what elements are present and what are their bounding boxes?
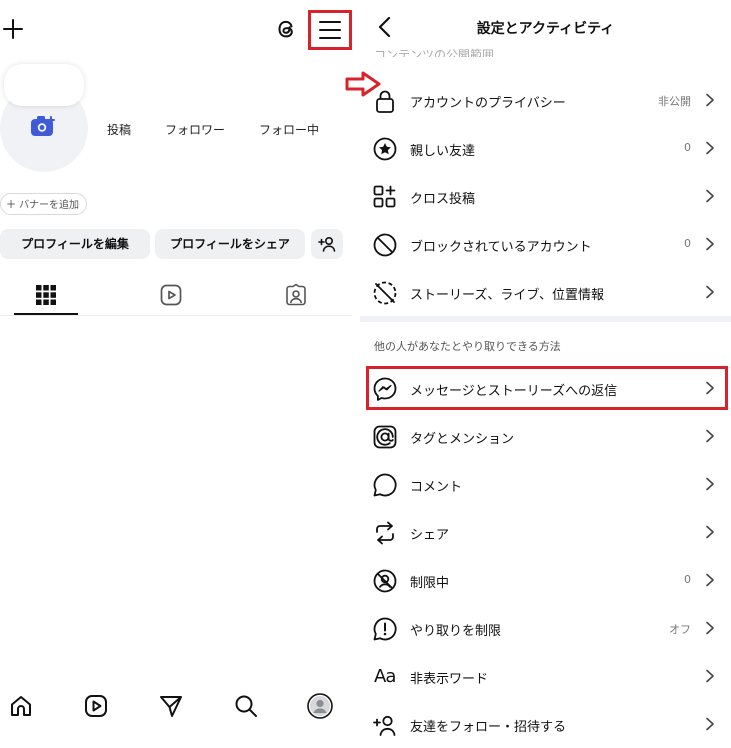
block-icon [373, 233, 397, 257]
grid-icon[interactable] [34, 283, 58, 307]
threads-icon[interactable] [273, 16, 299, 42]
followers-stat[interactable]: フォロワー [165, 121, 225, 138]
tabs-divider [0, 315, 352, 316]
settings-row-value: オフ [669, 623, 691, 636]
settings-row-value: 0 [684, 141, 691, 154]
settings-row-hide-story[interactable]: ストーリーズ、ライブ、位置情報 [360, 268, 731, 316]
home-icon[interactable] [8, 693, 34, 719]
settings-row-label: コメント [410, 480, 463, 495]
chevron-right-icon [706, 477, 714, 491]
hide-story-icon [373, 281, 397, 305]
chevron-right-icon [706, 573, 714, 587]
hamburger-menu-icon[interactable] [319, 21, 341, 41]
profile-screen: 投稿 フォロワー フォロー中 + バナーを追加 プロフィールを編集 プロフィールを… [0, 0, 352, 748]
settings-row-hidden-words[interactable]: Aa 非表示ワード [360, 652, 731, 700]
chevron-right-icon [706, 285, 714, 299]
restricted-icon [373, 569, 397, 593]
menu-highlight-box [308, 10, 352, 50]
settings-row-value: 0 [684, 237, 691, 250]
settings-row-lock[interactable]: アカウントのプライバシー 非公開 [360, 76, 731, 124]
cut-off-section-label: コンテンツの公開範囲 [374, 48, 495, 57]
chevron-right-icon [706, 717, 714, 731]
settings-row-label: 非表示ワード [410, 672, 489, 687]
edit-profile-button[interactable]: プロフィールを編集 [0, 229, 150, 259]
settings-row-label: クロス投稿 [410, 192, 476, 207]
settings-row-at-sign[interactable]: タグとメンション [360, 412, 731, 460]
settings-row-label: タグとメンション [410, 432, 515, 447]
settings-row-label: シェア [410, 528, 450, 543]
reels-icon[interactable] [83, 693, 109, 719]
star-circle-icon [373, 137, 397, 161]
section-divider [360, 316, 731, 322]
add-banner-chip[interactable]: + バナーを追加 [0, 193, 88, 215]
settings-row-label: 親しい友達 [410, 144, 476, 159]
follow-invite-icon [373, 715, 396, 736]
add-person-icon [318, 236, 336, 252]
comment-icon [373, 473, 397, 497]
send-icon[interactable] [158, 693, 184, 719]
search-icon[interactable] [233, 693, 259, 719]
chevron-right-icon [706, 429, 714, 443]
settings-row-label: 友達をフォロー・招待する [410, 720, 567, 735]
add-person-button[interactable] [311, 229, 343, 259]
chevron-right-icon [706, 237, 714, 251]
note-bubble[interactable] [4, 64, 84, 106]
settings-row-comment[interactable]: コメント [360, 460, 731, 508]
profile-avatar-icon[interactable] [307, 693, 333, 719]
following-stat[interactable]: フォロー中 [259, 121, 319, 138]
cross-post-icon [373, 185, 396, 208]
chevron-right-icon [706, 669, 714, 683]
posts-stat[interactable]: 投稿 [107, 121, 131, 138]
plus-icon[interactable] [2, 18, 24, 40]
settings-row-label: ストーリーズ、ライブ、位置情報 [410, 288, 604, 303]
at-sign-icon [373, 425, 397, 449]
settings-row-cross-post[interactable]: クロス投稿 [360, 172, 731, 220]
settings-title: 設定とアクティビティ [476, 21, 615, 37]
plus-icon: + [6, 197, 17, 211]
settings-row-star-circle[interactable]: 親しい友達 0 [360, 124, 731, 172]
share-profile-button[interactable]: プロフィールをシェア [155, 229, 305, 259]
settings-row-follow-invite[interactable]: 友達をフォロー・招待する [360, 700, 731, 748]
settings-row-value: 非公開 [658, 95, 691, 108]
settings-row-restricted[interactable]: 制限中 0 [360, 556, 731, 604]
settings-row-label: アカウントのプライバシー [410, 96, 566, 111]
hidden-words-icon: Aa [374, 666, 396, 687]
chevron-right-icon [706, 141, 714, 155]
red-arrow-icon [345, 71, 381, 97]
settings-row-label: ブロックされているアカウント [410, 240, 592, 255]
interactions-section-label: 他の人があなたとやり取りできる方法 [374, 340, 561, 353]
pane-divider [352, 0, 360, 748]
reels-icon[interactable] [159, 283, 183, 307]
chevron-right-icon [706, 93, 714, 107]
chevron-right-icon [706, 525, 714, 539]
settings-row-label: やり取りを制限 [410, 624, 502, 639]
add-banner-label: バナーを追加 [19, 200, 80, 211]
settings-row-value: 0 [684, 573, 691, 586]
settings-row-block[interactable]: ブロックされているアカウント 0 [360, 220, 731, 268]
camera-plus-icon[interactable] [30, 115, 56, 137]
tagged-person-icon[interactable] [284, 283, 308, 307]
messages-highlight-box [366, 366, 728, 410]
settings-row-share-arrows[interactable]: シェア [360, 508, 731, 556]
settings-row-label: 制限中 [410, 576, 450, 591]
chevron-right-icon [706, 189, 714, 203]
limit-interactions-icon [373, 617, 397, 641]
chevron-right-icon [706, 621, 714, 635]
settings-row-limit-interactions[interactable]: やり取りを制限 オフ [360, 604, 731, 652]
share-arrows-icon [376, 521, 394, 545]
